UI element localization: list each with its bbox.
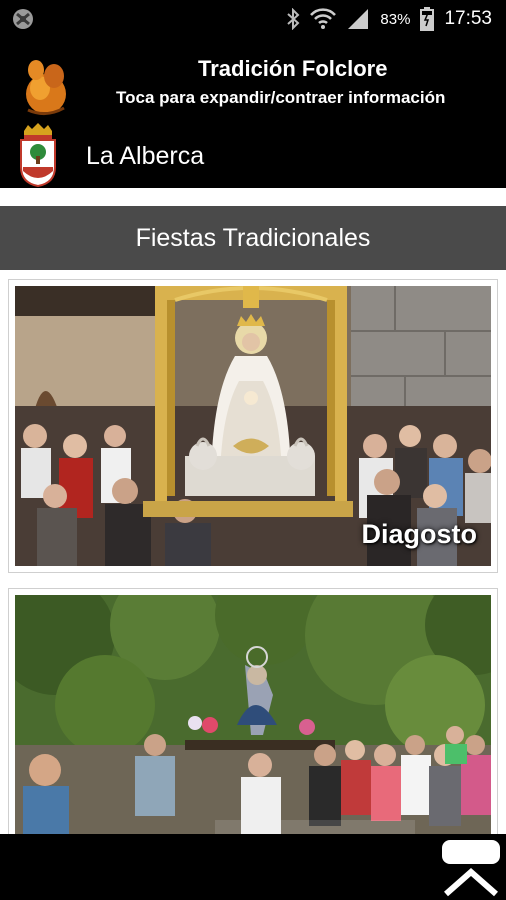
- status-bar: 83% 17:53: [0, 0, 506, 38]
- fiesta-card[interactable]: [8, 588, 498, 848]
- section-title[interactable]: Fiestas Tradicionales: [0, 206, 506, 270]
- wifi-icon: [310, 8, 337, 29]
- clock: 17:53: [444, 8, 492, 29]
- figure-logo: [26, 60, 66, 115]
- signal-icon: [348, 9, 369, 29]
- fiesta-photo: [15, 595, 491, 841]
- app-icon: [13, 9, 33, 29]
- app-header[interactable]: Tradición Folclore Toca para expandir/co…: [0, 38, 506, 188]
- town-crest: [20, 123, 56, 187]
- battery-icon: [420, 7, 435, 31]
- bottom-bar: [0, 834, 506, 900]
- fiesta-card[interactable]: Diagosto: [8, 279, 498, 573]
- fiesta-photo: Diagosto: [15, 286, 491, 566]
- chevron-up-icon[interactable]: [440, 836, 502, 898]
- app-title: Tradición Folclore: [198, 56, 388, 81]
- fiesta-card-label: Diagosto: [361, 519, 477, 549]
- town-name: La Alberca: [86, 142, 205, 170]
- app-subtitle: Toca para expandir/contraer información: [116, 88, 446, 107]
- battery-percent: 83%: [380, 10, 411, 28]
- bluetooth-icon: [287, 8, 300, 30]
